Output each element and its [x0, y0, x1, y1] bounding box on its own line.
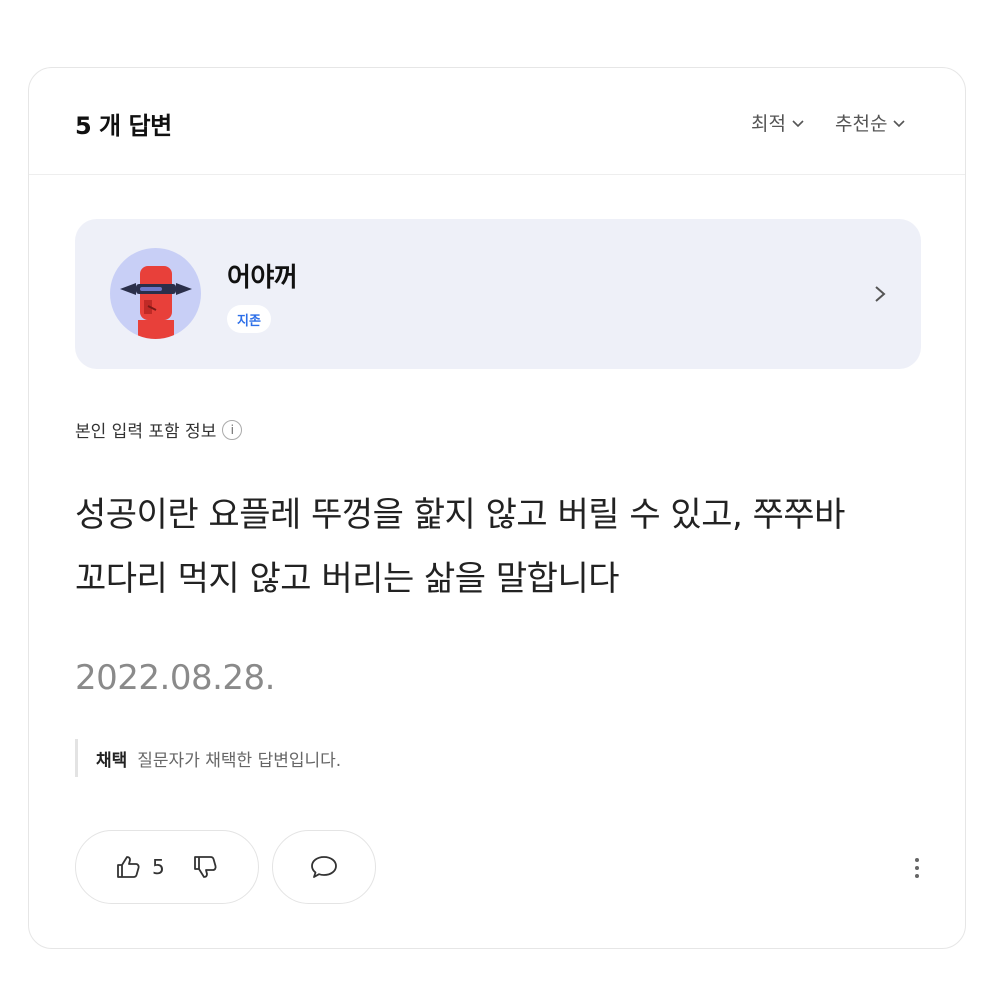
author-profile-card[interactable]: 어야꺼 지존 [75, 219, 921, 369]
answer-line: 성공이란 요플레 뚜껑을 핥지 않고 버릴 수 있고, 쭈쭈바 [75, 495, 845, 535]
info-label-text: 본인 입력 포함 정보 [75, 422, 217, 442]
avatar [110, 248, 201, 339]
author-name: 어야꺼 [227, 263, 298, 293]
adopted-notice: 채택 질문자가 채택한 답변입니다. [75, 739, 341, 777]
dot [915, 866, 919, 870]
thumbs-up-icon[interactable] [114, 853, 142, 881]
adopted-label: 채택 [96, 750, 128, 771]
sort-best-label: 최적 [751, 113, 786, 135]
answer-line: 꼬다리 먹지 않고 버리는 삶을 말합니다 [75, 559, 620, 599]
answer-card: 5 개 답변 최적 추천순 어야꺼 지존 본인 입력 포함 정보 i 성공이란 … [28, 67, 966, 949]
comment-button[interactable] [272, 830, 376, 904]
answer-count: 5 개 답변 [75, 112, 172, 140]
card-header: 5 개 답변 최적 추천순 [29, 68, 965, 175]
dot [915, 874, 919, 878]
chevron-down-icon [792, 119, 804, 127]
more-vertical-icon[interactable] [905, 853, 929, 883]
info-icon[interactable]: i [222, 419, 243, 440]
vote-group: 5 [75, 830, 259, 904]
dot [915, 858, 919, 862]
chevron-down-icon [893, 119, 906, 127]
author-rank-badge: 지존 [227, 305, 271, 333]
answer-date: 2022.08.28. [75, 658, 275, 698]
robot-avatar-icon [120, 266, 192, 339]
sort-recommend-label: 추천순 [835, 113, 888, 135]
sort-recommend-dropdown[interactable]: 추천순 [835, 109, 907, 136]
adopted-description: 질문자가 채택한 답변입니다. [137, 750, 342, 771]
comment-icon [311, 856, 337, 878]
like-count: 5 [152, 855, 165, 879]
thumbs-down-icon[interactable] [191, 853, 219, 881]
sort-best-dropdown[interactable]: 최적 [751, 109, 806, 136]
info-label: 본인 입력 포함 정보 i [75, 417, 243, 442]
answer-body: 성공이란 요플레 뚜껑을 핥지 않고 버릴 수 있고, 쭈쭈바 꼬다리 먹지 않… [75, 483, 915, 611]
chevron-right-icon [875, 286, 886, 302]
